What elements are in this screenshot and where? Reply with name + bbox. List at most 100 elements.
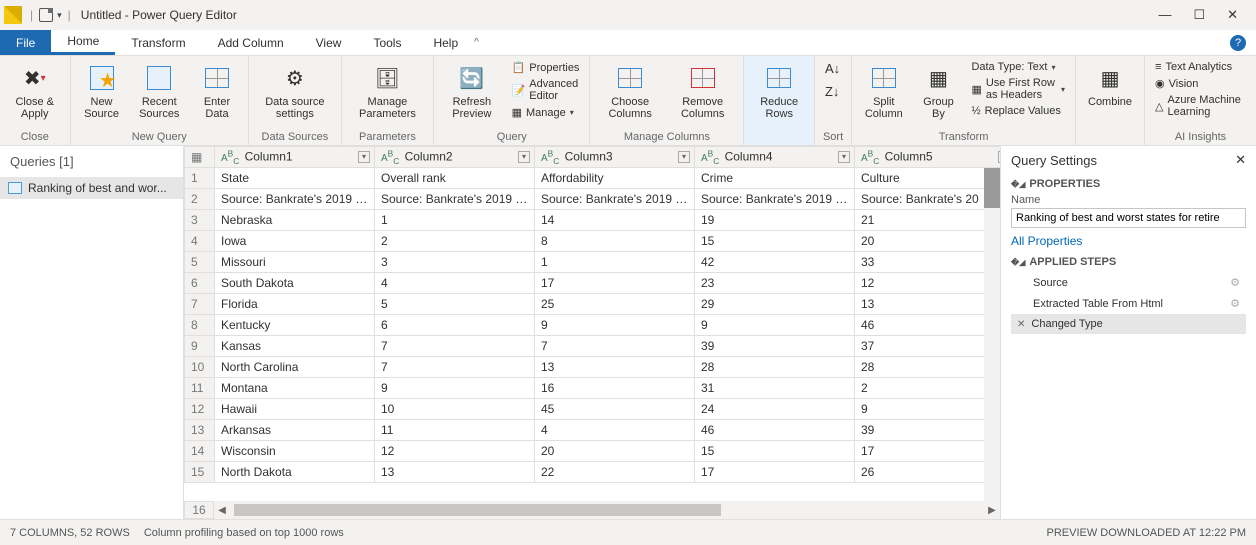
cell[interactable]: Florida: [215, 294, 375, 315]
cell[interactable]: 22: [535, 462, 695, 483]
cell[interactable]: 23: [695, 273, 855, 294]
minimize-button[interactable]: ―: [1158, 7, 1171, 23]
close-button[interactable]: ✕: [1227, 7, 1238, 23]
cell[interactable]: Montana: [215, 378, 375, 399]
column-header[interactable]: ABC Column5▾: [855, 147, 1001, 168]
new-source-button[interactable]: ★New Source: [79, 60, 125, 122]
group-by-button[interactable]: ▦Group By: [915, 60, 961, 122]
table-row[interactable]: 13Arkansas1144639: [185, 420, 1001, 441]
enter-data-button[interactable]: Enter Data: [194, 60, 240, 122]
cell[interactable]: 4: [535, 420, 695, 441]
cell[interactable]: State: [215, 168, 375, 189]
cell[interactable]: 20: [855, 231, 1001, 252]
cell[interactable]: Source: Bankrate's 2019 "Bes...: [535, 189, 695, 210]
cell[interactable]: Arkansas: [215, 420, 375, 441]
cell[interactable]: 7: [375, 357, 535, 378]
cell[interactable]: 17: [535, 273, 695, 294]
cell[interactable]: 13: [535, 357, 695, 378]
cell[interactable]: 17: [695, 462, 855, 483]
table-row[interactable]: 15North Dakota13221726: [185, 462, 1001, 483]
split-column-button[interactable]: Split Column: [860, 60, 907, 122]
qat-dropdown-icon[interactable]: ▾: [57, 10, 62, 21]
collapse-ribbon-icon[interactable]: ^: [474, 37, 479, 48]
remove-columns-button[interactable]: Remove Columns: [670, 60, 736, 122]
data-grid[interactable]: ▦ABC Column1▾ABC Column2▾ABC Column3▾ABC…: [184, 146, 1000, 483]
cell[interactable]: 7: [535, 336, 695, 357]
column-header[interactable]: ABC Column4▾: [695, 147, 855, 168]
combine-button[interactable]: ▦Combine: [1084, 60, 1136, 110]
table-row[interactable]: 2Source: Bankrate's 2019 "Bes...Source: …: [185, 189, 1001, 210]
cell[interactable]: 2: [855, 378, 1001, 399]
cell[interactable]: 9: [535, 315, 695, 336]
cell[interactable]: 12: [375, 441, 535, 462]
cell[interactable]: Source: Bankrate's 20: [855, 189, 1001, 210]
cell[interactable]: 25: [535, 294, 695, 315]
query-item[interactable]: Ranking of best and wor...: [0, 177, 183, 199]
cell[interactable]: 13: [855, 294, 1001, 315]
delete-step-icon[interactable]: ✕: [1017, 319, 1025, 330]
cell[interactable]: Source: Bankrate's 2019 "Bes...: [215, 189, 375, 210]
gear-icon[interactable]: ⚙: [1230, 297, 1240, 310]
filter-icon[interactable]: ▾: [838, 151, 850, 163]
cell[interactable]: 28: [855, 357, 1001, 378]
table-row[interactable]: 4Iowa281520: [185, 231, 1001, 252]
close-pane-icon[interactable]: ✕: [1235, 152, 1246, 168]
horizontal-scrollbar[interactable]: 16 ◀▶: [184, 501, 1000, 519]
tab-transform[interactable]: Transform: [115, 30, 201, 55]
tab-file[interactable]: File: [0, 30, 51, 55]
cell[interactable]: 31: [695, 378, 855, 399]
cell[interactable]: Wisconsin: [215, 441, 375, 462]
cell[interactable]: 16: [535, 378, 695, 399]
cell[interactable]: 9: [695, 315, 855, 336]
applied-step[interactable]: ✕Changed Type: [1011, 314, 1246, 334]
cell[interactable]: 46: [855, 315, 1001, 336]
sort-asc-button[interactable]: A↓: [823, 60, 842, 77]
cell[interactable]: Source: Bankrate's 2019 "Bes...: [695, 189, 855, 210]
save-icon[interactable]: [39, 8, 53, 22]
table-row[interactable]: 7Florida5252913: [185, 294, 1001, 315]
cell[interactable]: 2: [375, 231, 535, 252]
table-row[interactable]: 14Wisconsin12201517: [185, 441, 1001, 462]
tab-add-column[interactable]: Add Column: [202, 30, 300, 55]
cell[interactable]: 21: [855, 210, 1001, 231]
tab-help[interactable]: Help: [417, 30, 474, 55]
table-row[interactable]: 9Kansas773937: [185, 336, 1001, 357]
table-row[interactable]: 8Kentucky69946: [185, 315, 1001, 336]
grid-corner[interactable]: ▦: [185, 147, 215, 168]
cell[interactable]: 39: [855, 420, 1001, 441]
cell[interactable]: 11: [375, 420, 535, 441]
cell[interactable]: 4: [375, 273, 535, 294]
cell[interactable]: 14: [535, 210, 695, 231]
cell[interactable]: North Dakota: [215, 462, 375, 483]
cell[interactable]: 13: [375, 462, 535, 483]
applied-step[interactable]: Extracted Table From Html⚙: [1011, 293, 1246, 314]
vision-button[interactable]: ◉Vision: [1153, 76, 1248, 91]
cell[interactable]: Kansas: [215, 336, 375, 357]
cell[interactable]: 17: [855, 441, 1001, 462]
replace-values-button[interactable]: ½Replace Values: [969, 104, 1067, 118]
cell[interactable]: 12: [855, 273, 1001, 294]
recent-sources-button[interactable]: Recent Sources: [133, 60, 186, 122]
scroll-right-icon[interactable]: ▶: [984, 505, 1000, 516]
query-name-input[interactable]: [1011, 208, 1246, 228]
cell[interactable]: South Dakota: [215, 273, 375, 294]
cell[interactable]: 26: [855, 462, 1001, 483]
reduce-rows-button[interactable]: Reduce Rows: [752, 60, 806, 122]
cell[interactable]: Missouri: [215, 252, 375, 273]
cell[interactable]: Nebraska: [215, 210, 375, 231]
filter-icon[interactable]: ▾: [518, 151, 530, 163]
table-row[interactable]: 12Hawaii1045249: [185, 399, 1001, 420]
cell[interactable]: Kentucky: [215, 315, 375, 336]
azure-ml-button[interactable]: △Azure Machine Learning: [1153, 93, 1248, 119]
cell[interactable]: Culture: [855, 168, 1001, 189]
all-properties-link[interactable]: All Properties: [1011, 234, 1246, 248]
cell[interactable]: 9: [375, 378, 535, 399]
cell[interactable]: Iowa: [215, 231, 375, 252]
cell[interactable]: Affordability: [535, 168, 695, 189]
cell[interactable]: 6: [375, 315, 535, 336]
filter-icon[interactable]: ▾: [358, 151, 370, 163]
table-row[interactable]: 5Missouri314233: [185, 252, 1001, 273]
cell[interactable]: 45: [535, 399, 695, 420]
applied-step[interactable]: Source⚙: [1011, 272, 1246, 293]
cell[interactable]: 46: [695, 420, 855, 441]
